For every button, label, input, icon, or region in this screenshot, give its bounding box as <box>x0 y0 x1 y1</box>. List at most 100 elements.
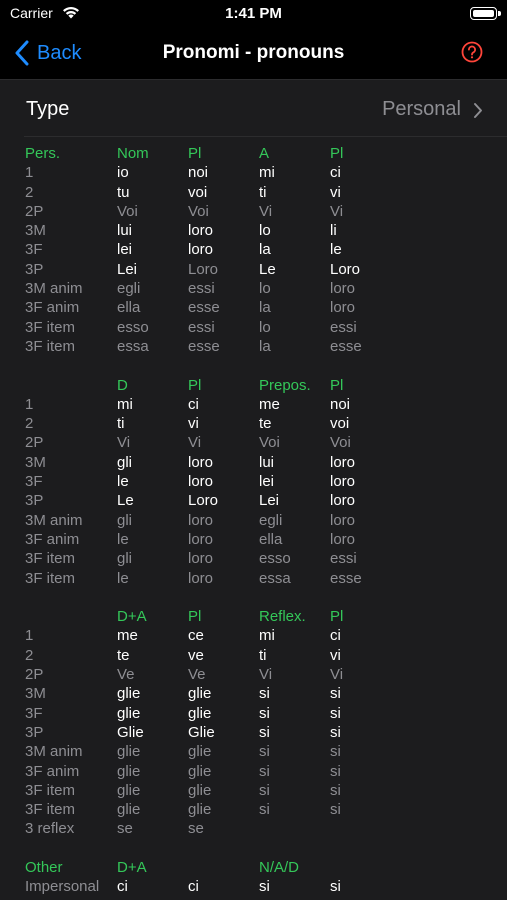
table-cell: esse <box>188 337 220 355</box>
table-cell: lui <box>259 453 275 471</box>
table-row: 2 tu voi ti vi <box>25 183 495 202</box>
table-cell: si <box>259 704 270 722</box>
table-cell: esse <box>330 569 362 587</box>
table-cell: ci <box>188 878 199 896</box>
row-label: 3F item <box>25 337 76 355</box>
row-label: 3M anim <box>25 280 83 298</box>
table-cell: loro <box>330 492 356 510</box>
help-icon[interactable] <box>461 41 483 63</box>
table-row: 3F item essa esse la esse <box>25 337 495 356</box>
table-cell: le <box>330 241 342 259</box>
table-cell: te <box>259 415 272 433</box>
row-label: 1 <box>25 164 34 182</box>
table-cell: si <box>259 723 270 741</box>
table-cell: si <box>330 878 341 896</box>
table-cell: si <box>259 781 270 799</box>
header-cell: Pl <box>330 145 344 162</box>
table-cell: si <box>330 723 341 741</box>
table-cell: mi <box>117 395 133 413</box>
table-cell: ci <box>330 627 341 645</box>
table-row: 3F item gli loro esso essi <box>25 549 495 568</box>
table-row: 2P Ve Ve Vi Vi <box>25 665 495 684</box>
header-cell: Pl <box>188 376 202 394</box>
table-cell: Glie <box>188 723 215 741</box>
table-row: 3F anim glie glie si si <box>25 762 495 781</box>
header-cell: Pl <box>188 145 202 162</box>
table-cell: Ve <box>117 666 135 684</box>
table-cell: loro <box>330 280 356 298</box>
table-row: 2 ti vi te voi <box>25 414 495 433</box>
table-row: 3F le loro lei loro <box>25 472 495 491</box>
header-cell: D <box>117 376 128 394</box>
table-cell: essi <box>330 550 357 568</box>
table-cell: glie <box>188 762 212 780</box>
back-label: Back <box>37 41 82 64</box>
table-cell: mi <box>259 164 275 182</box>
battery-icon <box>470 7 501 20</box>
row-label: 3F item <box>25 318 76 336</box>
table-cell: egli <box>259 511 283 529</box>
table-cell: glie <box>117 743 141 761</box>
row-label: 3M <box>25 453 46 471</box>
table-cell: glie <box>117 685 141 703</box>
row-label: 3M anim <box>25 511 83 529</box>
table-cell: si <box>259 685 270 703</box>
header-cell: Nom <box>117 145 149 162</box>
type-selector-row[interactable]: Type Personal <box>24 96 483 126</box>
table-cell: Vi <box>259 202 273 220</box>
table-cell: lui <box>117 222 133 240</box>
row-label: 2 <box>25 646 34 664</box>
table-cell: Voi <box>117 202 138 220</box>
table-cell: glie <box>188 704 212 722</box>
table-cell: le <box>117 473 129 491</box>
table-row: 3F anim ella esse la loro <box>25 298 495 317</box>
table-row: 3P Le Loro Lei loro <box>25 491 495 510</box>
table-cell: Le <box>117 492 134 510</box>
table-row: 3P Lei Loro Le Loro <box>25 260 495 279</box>
table-cell: vi <box>330 183 341 201</box>
table-cell: Le <box>259 260 276 278</box>
table-row: 2 te ve ti vi <box>25 646 495 665</box>
table-cell: loro <box>188 511 214 529</box>
table-cell: si <box>259 762 270 780</box>
table-row: 3F item le loro essa esse <box>25 569 495 588</box>
table-cell: Vi <box>330 666 344 684</box>
table-cell: la <box>259 337 271 355</box>
table-cell: esse <box>330 337 362 355</box>
row-label: 3M <box>25 685 46 703</box>
table-cell: si <box>259 743 270 761</box>
row-label: 2P <box>25 666 44 684</box>
table-cell: loro <box>188 473 214 491</box>
table-cell: essi <box>188 280 215 298</box>
row-label: 3P <box>25 492 44 510</box>
table-cell: ella <box>117 299 141 317</box>
table-cell: ce <box>188 627 204 645</box>
row-label: 3P <box>25 260 44 278</box>
table-row: 3M lui loro lo li <box>25 221 495 240</box>
table-cell: Voi <box>259 434 280 452</box>
row-label: 3F <box>25 473 43 491</box>
table-cell: me <box>117 627 138 645</box>
table-cell: voi <box>330 415 350 433</box>
table-cell: io <box>117 164 129 182</box>
divider <box>24 136 507 137</box>
content-area: Type Personal Pers. Nom Pl A Pl 1 io noi mi ci 2 tu… <box>0 81 507 900</box>
table-cell: lo <box>259 222 271 240</box>
table-cell: essa <box>259 569 291 587</box>
table-row: 1 me ce mi ci <box>25 626 495 645</box>
table-cell: loro <box>188 569 214 587</box>
table-cell: te <box>117 646 130 664</box>
table-cell: glie <box>188 781 212 799</box>
table-cell: Vi <box>188 434 202 452</box>
table-cell: loro <box>330 299 356 317</box>
table-cell: egli <box>117 280 141 298</box>
table-cell: li <box>330 222 337 240</box>
back-button[interactable]: Back <box>14 38 81 68</box>
table-cell: Lei <box>117 260 138 278</box>
table-cell: loro <box>188 222 214 240</box>
chevron-right-icon <box>474 103 482 118</box>
table-cell: glie <box>117 762 141 780</box>
